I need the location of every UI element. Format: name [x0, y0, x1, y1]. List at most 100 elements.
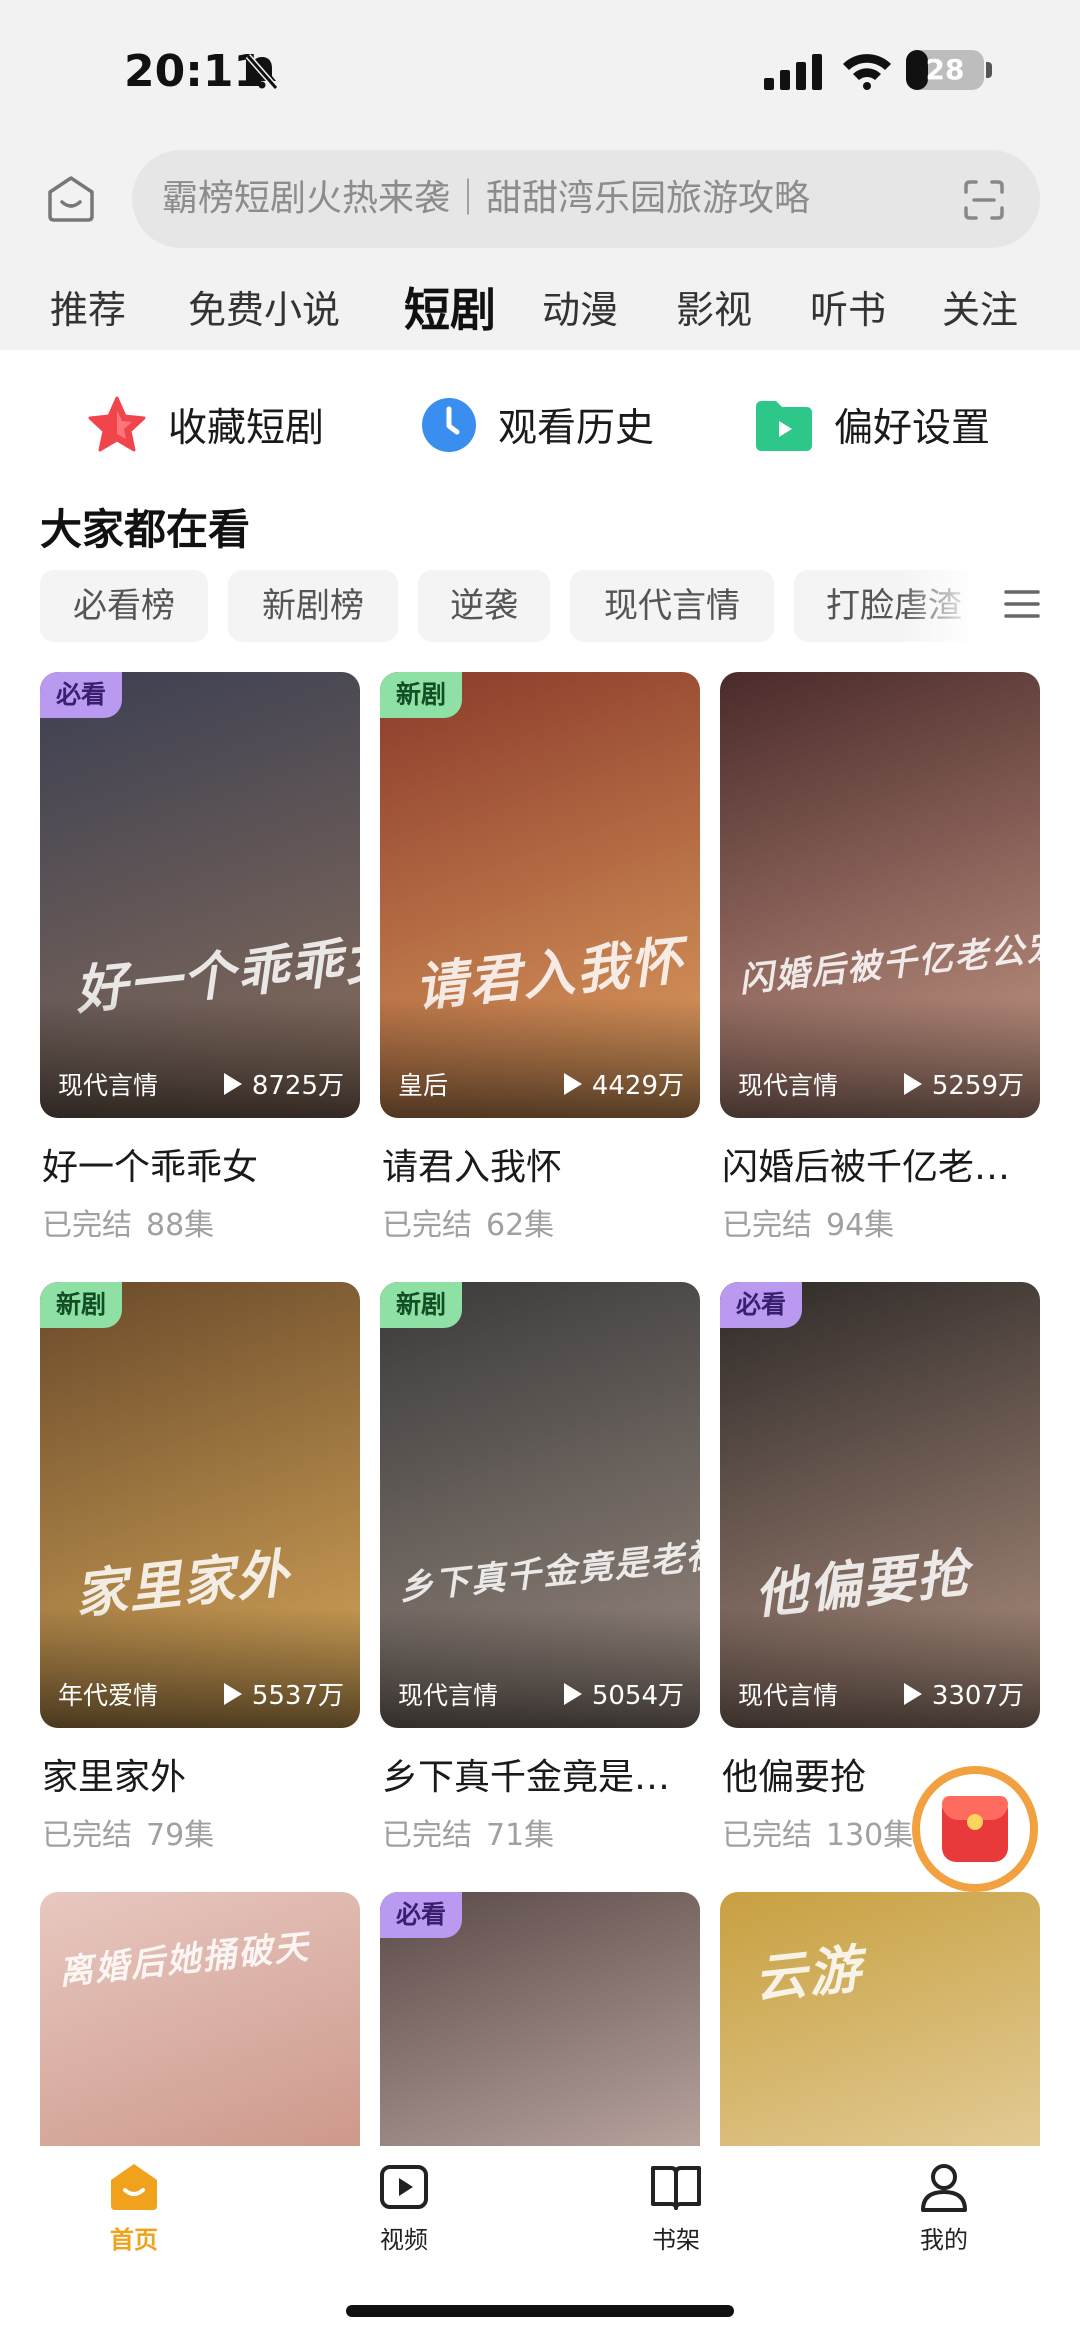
drama-status: 已完结	[722, 1818, 812, 1853]
drama-episodes: 94集	[826, 1208, 895, 1243]
nav-video-label: 视频	[380, 2226, 428, 2254]
drama-meta: 已完结 62集	[382, 1200, 554, 1244]
drama-status: 已完结	[382, 1208, 472, 1243]
poster-title-art: 闪婚后被千亿老公宠上天	[737, 919, 1040, 1001]
tab-film-tv[interactable]: 影视	[676, 270, 752, 350]
drama-badge: 新剧	[40, 1282, 123, 1328]
status-bar: 20:11 28	[0, 0, 1080, 140]
tab-short-drama[interactable]: 短剧	[404, 270, 496, 350]
preferences-shortcut[interactable]: 偏好设置	[754, 390, 990, 460]
drama-poster[interactable]: 闪婚后被千亿老公宠上天现代言情 5259万	[720, 672, 1040, 1118]
drama-badge: 必看	[720, 1282, 803, 1328]
drama-status: 已完结	[42, 1208, 132, 1243]
nav-bookshelf-label: 书架	[652, 2226, 700, 2254]
drama-title[interactable]: 乡下真千金竟是…	[382, 1748, 702, 1800]
poster-title-art: 离婚后她捅破天	[56, 1926, 312, 1994]
folder-icon	[756, 401, 812, 451]
drama-title[interactable]: 好一个乖乖女	[42, 1138, 362, 1190]
drama-meta: 已完结 130集	[722, 1810, 913, 1854]
drama-poster[interactable]: 好一个乖乖女 必看 现代言情 8725万	[40, 672, 360, 1118]
tab-anime[interactable]: 动漫	[542, 270, 618, 350]
nav-bookshelf[interactable]: 书架	[616, 2160, 736, 2255]
drama-genre: 皇后	[398, 1071, 449, 1100]
home-icon	[111, 2164, 157, 2210]
clock-icon	[422, 398, 476, 452]
nav-home-label: 首页	[110, 2226, 158, 2254]
profile-icon	[921, 2164, 967, 2212]
drama-title[interactable]: 家里家外	[42, 1748, 362, 1800]
drama-status: 已完结	[722, 1208, 812, 1243]
tab-audiobooks[interactable]: 听书	[810, 270, 886, 350]
history-label: 观看历史	[498, 406, 655, 451]
poster-title-art: 乡下真千金竟是老祖宗	[397, 1531, 700, 1609]
drama-poster[interactable]: 乡下真千金竟是老祖宗 新剧现代言情 5054万	[380, 1282, 700, 1728]
drama-views: 5537万	[223, 1675, 344, 1712]
red-envelope-button[interactable]	[912, 1766, 1038, 1892]
drama-genre: 现代言情	[738, 1681, 839, 1710]
drama-views-count: 5537万	[251, 1681, 344, 1711]
chip-comeback[interactable]: 逆袭	[418, 570, 550, 642]
drama-episodes: 79集	[146, 1818, 215, 1853]
drama-poster[interactable]: 他偏要抢 必看 现代言情 3307万	[720, 1282, 1040, 1728]
drama-poster[interactable]: 请君入我怀 新剧 皇后 4429万	[380, 672, 700, 1118]
drama-episodes: 88集	[146, 1208, 215, 1243]
search-input[interactable]: 霸榜短剧火热来袭｜甜甜湾乐园旅游攻略	[162, 150, 810, 248]
chip-modern-romance[interactable]: 现代言情	[570, 570, 774, 642]
search-bar[interactable]: 霸榜短剧火热来袭｜甜甜湾乐园旅游攻略	[132, 150, 1040, 248]
play-icon	[223, 1072, 242, 1095]
video-icon	[380, 2165, 428, 2209]
drama-title[interactable]: 闪婚后被千亿老…	[722, 1138, 1042, 1190]
drama-views-count: 8725万	[251, 1071, 344, 1101]
home-indicator	[346, 2305, 734, 2317]
nav-video[interactable]: 视频	[344, 2160, 464, 2255]
tab-following[interactable]: 关注	[942, 270, 1018, 350]
book-icon	[651, 2166, 701, 2210]
drama-views: 4429万	[563, 1065, 684, 1102]
drama-meta: 已完结 94集	[722, 1200, 894, 1244]
drama-badge: 新剧	[380, 672, 463, 718]
drama-status: 已完结	[382, 1818, 472, 1853]
nav-home[interactable]: 首页	[74, 2160, 194, 2255]
drama-title[interactable]: 请君入我怀	[382, 1138, 702, 1190]
battery-percent: 28	[925, 53, 965, 86]
play-icon	[223, 1682, 242, 1705]
drama-views: 3307万	[903, 1675, 1024, 1712]
drama-meta: 已完结 79集	[42, 1810, 214, 1854]
drama-episodes: 62集	[486, 1208, 555, 1243]
drama-views: 5259万	[903, 1065, 1024, 1102]
tab-free-novels[interactable]: 免费小说	[188, 270, 340, 350]
chip-new-drama[interactable]: 新剧榜	[228, 570, 398, 642]
section-title: 大家都在看	[40, 505, 251, 554]
play-icon	[563, 1682, 582, 1705]
drama-episodes: 71集	[486, 1818, 555, 1853]
drama-badge: 必看	[380, 1892, 463, 1938]
red-envelope-icon	[942, 1796, 1008, 1862]
drama-views-count: 3307万	[931, 1681, 1024, 1711]
drama-views: 5054万	[563, 1675, 684, 1712]
nav-profile[interactable]: 我的	[884, 2160, 1004, 2255]
drama-meta: 已完结 88集	[42, 1200, 214, 1244]
play-icon	[903, 1682, 922, 1705]
tab-recommend[interactable]: 推荐	[50, 270, 126, 350]
app-logo-icon[interactable]	[44, 172, 98, 226]
drama-genre: 年代爱情	[58, 1681, 159, 1710]
drama-badge: 必看	[40, 672, 123, 718]
nav-profile-label: 我的	[920, 2226, 968, 2254]
drama-genre: 现代言情	[58, 1071, 159, 1100]
drama-meta: 已完结 71集	[382, 1810, 554, 1854]
wifi-icon	[843, 54, 891, 90]
drama-genre: 现代言情	[398, 1681, 499, 1710]
drama-badge: 新剧	[380, 1282, 463, 1328]
drama-views-count: 5259万	[931, 1071, 1024, 1101]
category-tabs: 推荐 免费小说 短剧 动漫 影视 听书 关注	[0, 270, 1080, 350]
history-shortcut[interactable]: 观看历史	[420, 390, 654, 460]
drama-poster[interactable]: 家里家外 新剧 年代爱情 5537万	[40, 1282, 360, 1728]
scan-icon[interactable]	[962, 178, 1006, 222]
star-icon	[88, 396, 146, 452]
chip-must-watch[interactable]: 必看榜	[40, 570, 208, 642]
battery-tip	[986, 62, 992, 78]
menu-icon[interactable]	[1002, 586, 1042, 622]
drama-genre: 现代言情	[738, 1071, 839, 1100]
favorites-label: 收藏短剧	[168, 406, 325, 451]
favorites-shortcut[interactable]: 收藏短剧	[86, 390, 324, 460]
